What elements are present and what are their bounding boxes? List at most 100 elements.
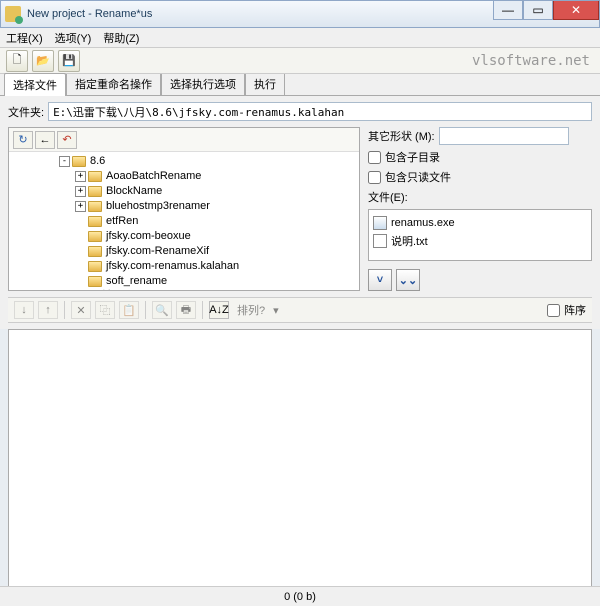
expand-icon[interactable]: + [75, 186, 86, 197]
find-button[interactable]: 🔍 [152, 301, 172, 319]
path-row: 文件夹: [8, 102, 592, 121]
include-readonly-checkbox[interactable] [368, 171, 381, 184]
list-item[interactable]: renamus.exe [373, 214, 587, 232]
tabbar: 选择文件 指定重命名操作 选择执行选项 执行 [0, 74, 600, 96]
print-button[interactable]: 🖶 [176, 301, 196, 319]
new-button[interactable]: 🗋 [6, 50, 28, 72]
tree-node[interactable]: soft_rename [106, 274, 167, 289]
file-name: renamus.exe [391, 217, 455, 229]
include-readonly-label: 包含只读文件 [385, 169, 451, 185]
tree-toolbar: ↻ ← ↶ [9, 128, 359, 152]
undo-icon: ↶ [62, 133, 71, 146]
undo-button[interactable]: ↶ [57, 131, 77, 149]
tree-node[interactable]: jfsky.com-RenameXif [106, 244, 209, 259]
copy-button[interactable]: ⿻ [95, 301, 115, 319]
sort-az-button[interactable]: A↓Z [209, 301, 229, 319]
back-button[interactable]: ← [35, 131, 55, 149]
tab-exec-opts[interactable]: 选择执行选项 [161, 72, 245, 95]
menu-options[interactable]: 选项(Y) [55, 30, 92, 46]
tree-node[interactable]: 8.6 [90, 154, 105, 169]
menubar: 工程(X) 选项(Y) 帮助(Z) [0, 28, 600, 48]
folder-icon [88, 186, 102, 197]
window-title: New project - Rename*us [27, 8, 152, 20]
save-button[interactable]: 💾 [58, 50, 80, 72]
other-shape-group: 其它形状 (M): [368, 127, 592, 145]
status-text: 0 (0 b) [284, 591, 316, 603]
arrow-up-icon: ↑ [45, 304, 51, 316]
list-toolbar: ↓ ↑ ✕ ⿻ 📋 🔍 🖶 A↓Z 排列? ▾ 阵序 [8, 297, 592, 323]
other-shape-label: 其它形状 (M): [368, 128, 435, 144]
tree-node[interactable]: 以前 [90, 289, 112, 290]
maximize-button[interactable]: ▭ [523, 1, 553, 20]
tab-execute[interactable]: 执行 [245, 72, 285, 95]
watermark-text: vlsoftware.net [472, 53, 590, 69]
down-double-button[interactable]: ⌄⌄ [396, 269, 420, 291]
arrow-left-icon: ← [40, 134, 51, 146]
folder-icon [88, 216, 102, 227]
sort-dropdown-icon[interactable]: ▾ [273, 304, 279, 317]
open-button[interactable]: 📂 [32, 50, 54, 72]
down-single-button[interactable]: ˅ [368, 269, 392, 291]
delete-button[interactable]: ✕ [71, 301, 91, 319]
titlebar: New project - Rename*us — ▭ ✕ [0, 0, 600, 28]
print-icon: 🖶 [181, 301, 191, 320]
copy-icon: ⿻ [100, 302, 111, 318]
tab-select-file[interactable]: 选择文件 [4, 73, 66, 96]
find-icon: 🔍 [155, 304, 169, 317]
expand-icon[interactable]: + [75, 171, 86, 182]
expand-icon[interactable]: - [59, 156, 70, 167]
menu-project[interactable]: 工程(X) [6, 30, 43, 46]
path-input[interactable] [48, 102, 592, 121]
save-icon: 💾 [62, 54, 76, 67]
app-icon [5, 6, 21, 22]
paste-icon: 📋 [122, 304, 136, 317]
folder-icon [88, 171, 102, 182]
include-subdir-checkbox[interactable] [368, 151, 381, 164]
menu-help[interactable]: 帮助(Z) [103, 30, 139, 46]
other-shape-input[interactable] [439, 127, 569, 145]
move-up-button[interactable]: ↑ [38, 301, 58, 319]
sort-icon: A↓Z [209, 304, 229, 316]
list-item[interactable]: 说明.txt [373, 232, 587, 250]
file-list[interactable]: renamus.exe 说明.txt [368, 209, 592, 261]
paste-button[interactable]: 📋 [119, 301, 139, 319]
tab-rename-op[interactable]: 指定重命名操作 [66, 72, 161, 95]
exe-icon [373, 216, 387, 230]
folder-icon [72, 156, 86, 167]
tree-node[interactable]: BlockName [106, 184, 162, 199]
folder-icon [88, 231, 102, 242]
minimize-button[interactable]: — [493, 1, 523, 20]
close-button[interactable]: ✕ [553, 1, 599, 20]
folder-icon [88, 201, 102, 212]
include-subdir-label: 包含子目录 [385, 149, 440, 165]
path-label: 文件夹: [8, 104, 44, 120]
mid-row: ↻ ← ↶ - 8.6 + AoaoBatchRename + BlockName +… [8, 127, 592, 291]
sort-label: 排列? [237, 302, 265, 318]
window-controls: — ▭ ✕ [493, 1, 599, 20]
order-checkbox[interactable] [547, 304, 560, 317]
refresh-icon: ↻ [18, 133, 27, 146]
txt-icon [373, 234, 387, 248]
chevron-down-icon: ˅ [377, 274, 383, 286]
refresh-button[interactable]: ↻ [13, 131, 33, 149]
tree-node[interactable]: jfsky.com-renamus.kalahan [106, 259, 239, 274]
tree-node[interactable]: etfRen [106, 214, 138, 229]
statusbar: 0 (0 b) [0, 586, 600, 606]
file-name: 说明.txt [391, 233, 428, 249]
tree-node[interactable]: AoaoBatchRename [106, 169, 201, 184]
folder-tree-pane: ↻ ← ↶ - 8.6 + AoaoBatchRename + BlockName +… [8, 127, 360, 291]
right-pane: 其它形状 (M): 包含子目录 包含只读文件 文件(E): renamus.ex… [368, 127, 592, 291]
order-label: 阵序 [564, 302, 586, 318]
main-toolbar: 🗋 📂 💾 vlsoftware.net [0, 48, 600, 74]
file-icon: 🗋 [13, 51, 22, 70]
arrow-buttons: ˅ ⌄⌄ [368, 269, 592, 291]
folder-tree[interactable]: - 8.6 + AoaoBatchRename + BlockName + blueho… [9, 152, 359, 290]
tree-node[interactable]: jfsky.com-beoxue [106, 229, 191, 244]
expand-icon[interactable]: + [75, 201, 86, 212]
files-label: 文件(E): [368, 189, 592, 205]
move-down-button[interactable]: ↓ [14, 301, 34, 319]
arrow-down-icon: ↓ [21, 304, 27, 316]
delete-icon: ✕ [76, 304, 85, 317]
tree-node[interactable]: bluehostmp3renamer [106, 199, 210, 214]
main-file-list[interactable] [8, 329, 592, 589]
